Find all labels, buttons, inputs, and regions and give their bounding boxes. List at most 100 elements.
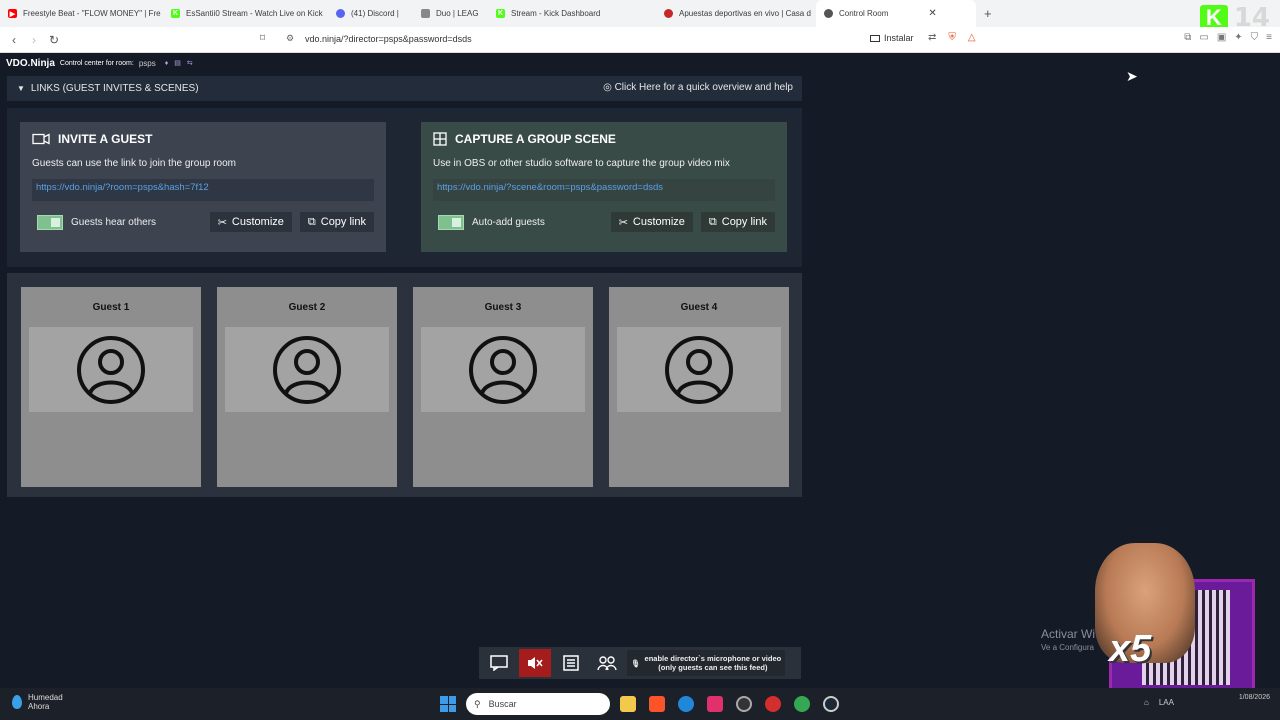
- group-button[interactable]: [591, 649, 623, 677]
- camera-icon: [32, 133, 50, 145]
- windows-start-icon[interactable]: [440, 696, 456, 712]
- browser-tab[interactable]: Duo | LEAG: [413, 0, 488, 27]
- vpn-icon[interactable]: ⛉: [1251, 32, 1259, 43]
- bookmark-icon[interactable]: ⌑: [260, 33, 265, 44]
- guest-placeholder: [617, 327, 781, 412]
- guest-label: Guest 1: [92, 302, 130, 313]
- obs-icon[interactable]: [736, 696, 752, 712]
- header-icons[interactable]: ♦▤⇆: [165, 59, 199, 67]
- chat-button[interactable]: [483, 649, 515, 677]
- tools-icon: ✂: [217, 216, 227, 229]
- guest-label: Guest 4: [680, 302, 718, 313]
- user-avatar-icon: [273, 335, 341, 404]
- tab-label: Stream - Kick Dashboard: [511, 9, 601, 18]
- chrome-icon[interactable]: [794, 696, 810, 712]
- install-button[interactable]: Instalar: [870, 33, 914, 43]
- tab-label: Freestyle Beat - "FLOW MONEY" | Fre: [23, 9, 161, 18]
- links-section-header[interactable]: ▼ LINKS (GUEST INVITES & SCENES) ◎ Click…: [7, 76, 802, 101]
- guest-slot: Guest 4: [609, 287, 789, 487]
- search-placeholder: Buscar: [488, 699, 517, 709]
- leo-icon[interactable]: ✦: [1234, 32, 1242, 43]
- info-icon: ◎: [603, 82, 612, 93]
- customize-label: Customize: [632, 216, 685, 228]
- grid-layout-icon: [433, 132, 447, 146]
- capture-scene-card: CAPTURE A GROUP SCENE Use in OBS or othe…: [421, 122, 787, 252]
- language-indicator[interactable]: LAA: [1159, 698, 1174, 707]
- browser-tab[interactable]: K Stream - Kick Dashboard: [488, 0, 656, 27]
- app-icon: [421, 9, 430, 18]
- network-icon[interactable]: ⌂: [1144, 698, 1149, 707]
- invite-copy-link-button[interactable]: ⧉ Copy link: [299, 212, 374, 232]
- capture-customize-button[interactable]: ✂ Customize: [610, 212, 693, 232]
- capture-copy-link-button[interactable]: ⧉ Copy link: [700, 212, 775, 232]
- extension-icons: ⧉ ▭ ▣ ✦ ⛉ ≡: [1184, 32, 1272, 43]
- new-tab-icon[interactable]: +: [984, 6, 992, 21]
- close-tab-icon[interactable]: ✕: [928, 8, 936, 19]
- menu-icon[interactable]: ≡: [1266, 32, 1272, 43]
- settings-button[interactable]: [555, 649, 587, 677]
- guest-slot: Guest 2: [217, 287, 397, 487]
- mic-hint-line2: (only guests can see this feed): [658, 663, 768, 672]
- weather-widget[interactable]: Humedad Ahora: [12, 693, 63, 711]
- group-icon: [597, 656, 617, 671]
- vdoninja-icon: [824, 9, 833, 18]
- user-avatar-icon: [665, 335, 733, 404]
- invite-guest-card: INVITE A GUEST Guests can use the link t…: [20, 122, 386, 252]
- sidebar-icon[interactable]: ▭: [1199, 32, 1208, 43]
- translate-icon[interactable]: ⇄: [928, 32, 936, 43]
- clock-date: 1/08/2026: [1238, 694, 1270, 701]
- promo-multiplier: x5: [1109, 628, 1152, 670]
- instagram-icon[interactable]: [707, 696, 723, 712]
- scene-link[interactable]: https://vdo.ninja/?scene&room=psps&passw…: [433, 179, 775, 201]
- invite-link[interactable]: https://vdo.ninja/?room=psps&hash=7f12: [32, 179, 374, 201]
- wallet-icon[interactable]: ▣: [1217, 32, 1226, 43]
- tab-label: Control Room: [839, 9, 889, 18]
- brave-icon[interactable]: [649, 696, 665, 712]
- site-info-icon[interactable]: ⚙: [286, 33, 294, 44]
- forward-icon[interactable]: ›: [24, 33, 44, 47]
- help-link[interactable]: ◎ Click Here for a quick overview and he…: [603, 82, 793, 93]
- kick-icon: K: [496, 9, 505, 18]
- auto-add-guests-label: Auto-add guests: [472, 216, 545, 228]
- tab-label: Duo | LEAG: [436, 9, 479, 18]
- url-field[interactable]: vdo.ninja/?director=psps&password=dsds: [305, 34, 472, 44]
- clock[interactable]: 1/08/2026: [1239, 693, 1270, 702]
- warning-icon[interactable]: △: [968, 32, 976, 43]
- invite-customize-button[interactable]: ✂ Customize: [209, 212, 292, 232]
- guests-hear-others-toggle[interactable]: [37, 214, 63, 230]
- copy-icon: ⧉: [708, 215, 717, 228]
- brave-shield-icon[interactable]: ⛨: [948, 32, 956, 43]
- reload-icon[interactable]: ↻: [44, 33, 64, 47]
- director-mic-button[interactable]: 🎙 enable director`s microphone or video …: [627, 650, 786, 676]
- address-bar: ‹ › ↻ ⌑ ⚙ vdo.ninja/?director=psps&passw…: [0, 27, 1280, 53]
- director-control-bar: 🎙 enable director`s microphone or video …: [479, 647, 801, 679]
- room-name: psps: [138, 58, 156, 68]
- mic-hint-line1: enable director`s microphone or video: [644, 654, 782, 663]
- taskbar-search[interactable]: ⚲ Buscar: [466, 693, 610, 715]
- browser-tab[interactable]: ▶ Freestyle Beat - "FLOW MONEY" | Fre: [0, 0, 163, 27]
- monitor-icon: [870, 34, 880, 42]
- browser-tab[interactable]: K EsSantii0 Stream - Watch Live on Kick: [163, 0, 328, 27]
- stream-overlay: x5: [1095, 543, 1255, 704]
- microphone-icon: 🎙: [631, 658, 641, 668]
- capture-title-text: CAPTURE A GROUP SCENE: [455, 132, 616, 146]
- back-icon[interactable]: ‹: [4, 33, 24, 47]
- extensions-icon[interactable]: ⧉: [1184, 32, 1191, 43]
- browser-tab[interactable]: (41) Discord |: [328, 0, 413, 27]
- file-explorer-icon[interactable]: [620, 696, 636, 712]
- opera-icon[interactable]: [765, 696, 781, 712]
- steam-icon[interactable]: [823, 696, 839, 712]
- invite-description: Guests can use the link to join the grou…: [32, 158, 237, 169]
- auto-add-guests-toggle[interactable]: [438, 214, 464, 230]
- browser-tab-active[interactable]: Control Room ✕: [816, 0, 976, 27]
- copy-icon: ⧉: [307, 215, 316, 228]
- browser-tab[interactable]: Apuestas deportivas en vivo | Casa d: [656, 0, 816, 27]
- betting-icon: [664, 9, 673, 18]
- edge-icon[interactable]: [678, 696, 694, 712]
- copy-label: Copy link: [320, 216, 366, 228]
- capture-title: CAPTURE A GROUP SCENE: [433, 132, 775, 146]
- taskbar-apps: [620, 696, 839, 712]
- system-tray[interactable]: ⌂ LAA: [1144, 698, 1174, 707]
- speaker-mute-button[interactable]: [519, 649, 551, 677]
- humidity-icon: [12, 695, 22, 709]
